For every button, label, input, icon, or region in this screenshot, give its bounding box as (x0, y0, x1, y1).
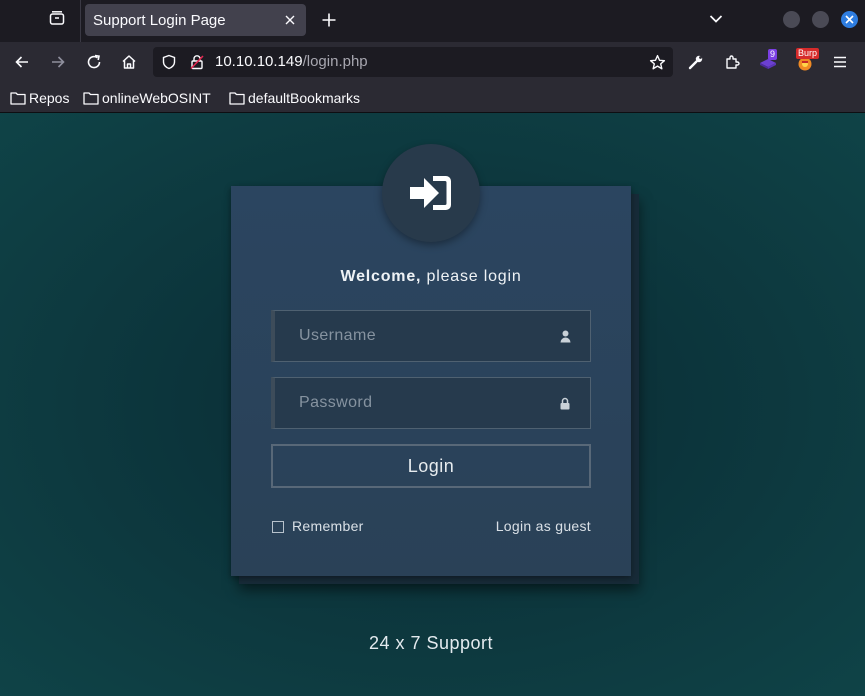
navigation-toolbar: 10.10.10.149/login.php 9 Burp (0, 42, 865, 82)
extensions-button[interactable] (716, 46, 748, 78)
extension-counter-button[interactable]: 9 (752, 46, 784, 78)
folder-icon (10, 92, 26, 105)
address-bar[interactable]: 10.10.10.149/login.php (153, 47, 673, 77)
login-as-guest-link[interactable]: Login as guest (480, 518, 591, 534)
close-window-button[interactable] (841, 11, 858, 28)
home-icon (122, 55, 136, 69)
login-avatar (382, 144, 480, 242)
list-all-tabs-button[interactable] (700, 4, 732, 34)
reload-icon (87, 54, 101, 69)
password-field (271, 377, 591, 429)
burp-extension-button[interactable]: Burp (789, 46, 821, 78)
bookmark-label: onlineWebOSINT (102, 90, 211, 106)
extension-badge: 9 (768, 49, 778, 60)
plus-icon (322, 13, 336, 27)
tab-manager-button[interactable] (40, 4, 74, 36)
forward-button[interactable] (42, 46, 74, 78)
active-tab[interactable]: Support Login Page (85, 4, 306, 36)
puzzle-icon (726, 55, 740, 69)
chevron-down-icon (709, 15, 723, 23)
bookmark-folder-defaultbookmarks[interactable]: defaultBookmarks (229, 88, 360, 108)
password-input[interactable] (299, 378, 559, 428)
home-button[interactable] (113, 46, 145, 78)
remember-checkbox[interactable] (272, 521, 284, 533)
new-tab-button[interactable] (313, 4, 345, 36)
welcome-rest-text: please login (421, 268, 522, 285)
url-host: 10.10.10.149 (215, 53, 303, 70)
shield-icon[interactable] (160, 53, 178, 71)
page-viewport: Welcome, please login Login Remember Log… (0, 113, 865, 696)
tab-title: Support Login Page (93, 11, 226, 29)
burp-label: Burp (796, 48, 820, 59)
login-heading: Welcome, please login (231, 268, 631, 286)
url-text[interactable]: 10.10.10.149/login.php (215, 53, 368, 70)
folder-icon (83, 92, 99, 105)
hamburger-menu-icon (834, 56, 846, 68)
login-button[interactable]: Login (271, 444, 591, 488)
wrench-icon (688, 55, 703, 70)
username-field (271, 310, 591, 362)
sign-in-icon (410, 176, 451, 210)
bookmark-label: Repos (29, 90, 70, 106)
remember-label: Remember (292, 518, 364, 534)
username-input[interactable] (299, 311, 559, 361)
close-icon (845, 15, 854, 24)
tab-close-button[interactable] (280, 10, 300, 30)
back-button[interactable] (6, 46, 38, 78)
tab-bar-divider (80, 0, 81, 42)
bookmark-star-icon[interactable] (648, 53, 666, 71)
tab-bar: Support Login Page (0, 0, 865, 42)
welcome-bold-text: Welcome, (340, 268, 422, 285)
arrow-left-icon (15, 56, 28, 68)
app-menu-button[interactable] (824, 46, 856, 78)
minimize-window-button[interactable] (783, 11, 800, 28)
url-path: /login.php (302, 53, 368, 70)
bookmark-folder-onlinewebosint[interactable]: onlineWebOSINT (83, 88, 211, 108)
maximize-window-button[interactable] (812, 11, 829, 28)
bookmark-folder-repos[interactable]: Repos (10, 88, 69, 108)
user-icon (558, 328, 572, 344)
tools-button[interactable] (680, 46, 712, 78)
reload-button[interactable] (78, 46, 110, 78)
support-footer: 24 x 7 Support (368, 633, 494, 653)
close-icon (285, 15, 295, 25)
bookmarks-toolbar: Repos onlineWebOSINT defaultBookmarks (0, 82, 865, 113)
bookmark-label: defaultBookmarks (248, 90, 361, 106)
remember-checkbox-row[interactable]: Remember (272, 518, 364, 534)
insecure-lock-icon[interactable] (188, 53, 206, 71)
folder-icon (229, 92, 245, 105)
arrow-right-icon (52, 56, 65, 68)
tab-manager-icon (49, 10, 65, 31)
lock-icon (558, 395, 572, 411)
